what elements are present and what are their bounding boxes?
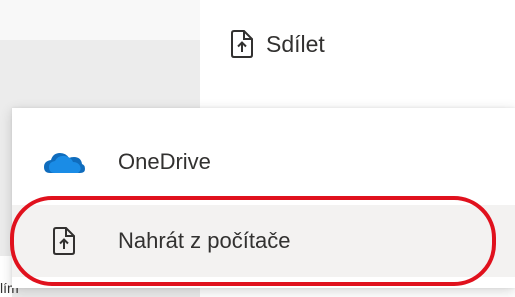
upload-menu: OneDrive Nahrát z počítače [12, 108, 515, 288]
share-upload-icon [230, 30, 254, 58]
upload-file-icon [36, 213, 92, 269]
menu-item-upload-from-computer[interactable]: Nahrát z počítače [12, 205, 515, 277]
onedrive-label: OneDrive [118, 149, 211, 174]
left-panel-top [0, 0, 200, 40]
onedrive-cloud-icon [36, 134, 92, 190]
share-button[interactable]: Sdílet [230, 28, 325, 60]
share-label: Sdílet [266, 30, 325, 57]
menu-item-onedrive[interactable]: OneDrive [12, 126, 515, 198]
upload-from-computer-label: Nahrát z počítače [118, 228, 291, 253]
